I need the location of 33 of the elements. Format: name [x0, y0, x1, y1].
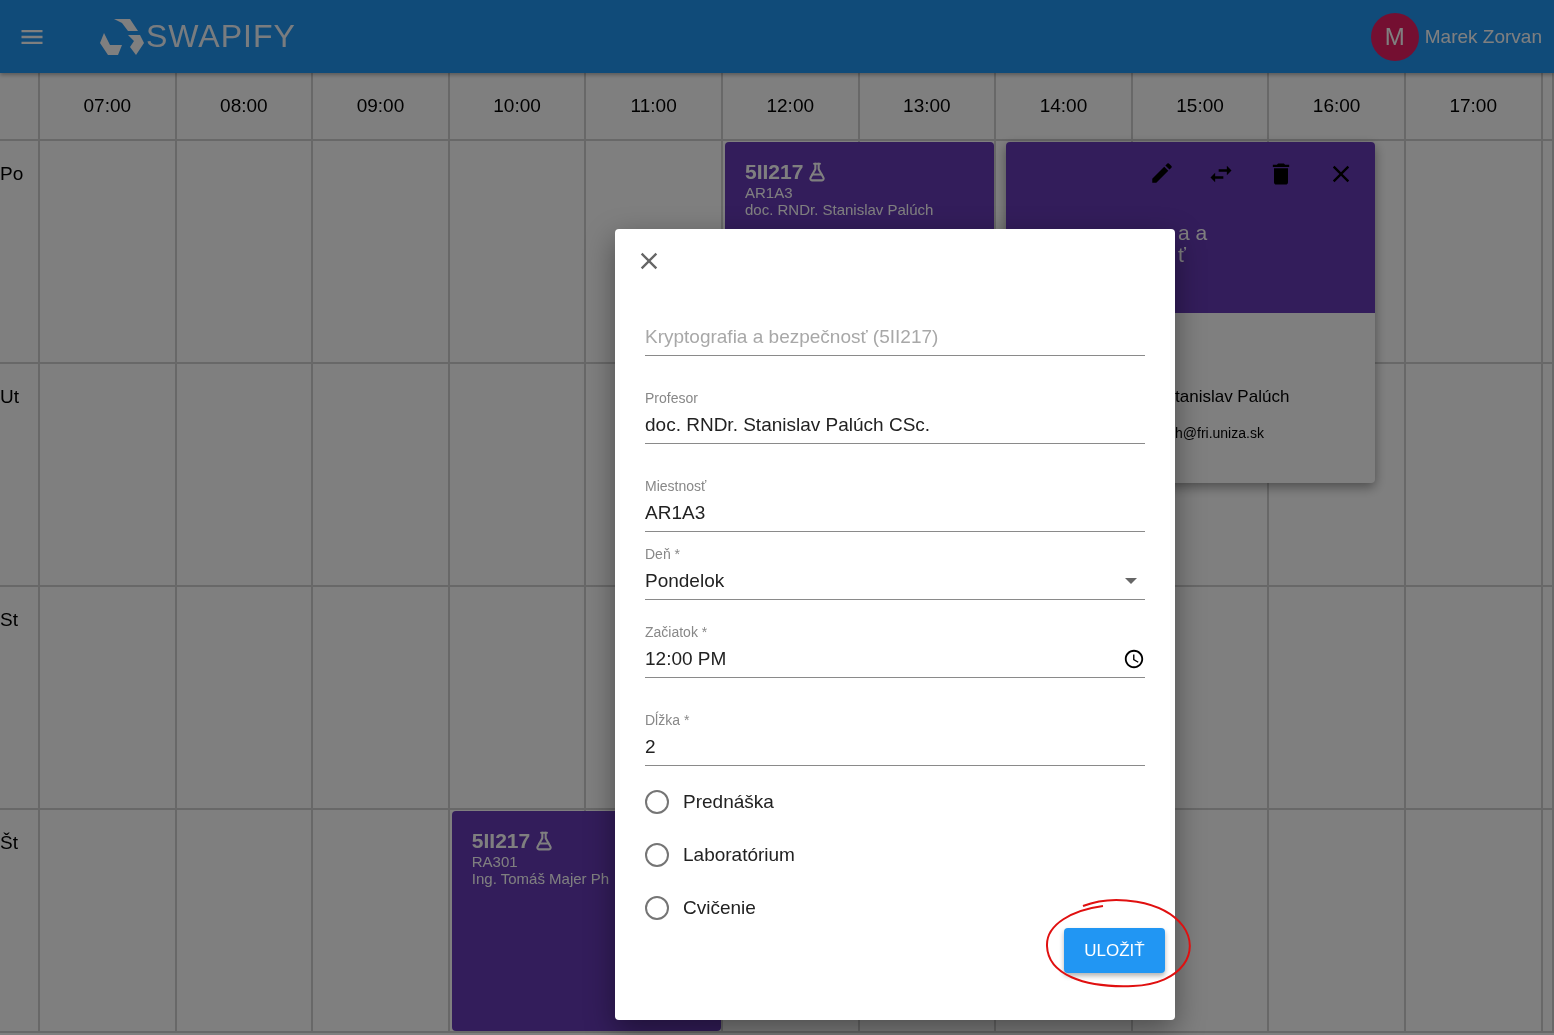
course-code: 5II217	[471, 829, 531, 853]
hour-label: 15:00	[1176, 95, 1224, 117]
hour-label: 10:00	[493, 95, 541, 117]
room-text: RA301	[471, 853, 518, 870]
day-label: St	[0, 609, 18, 630]
app-title: SWAPIFY	[146, 18, 296, 55]
input-field[interactable]: Miestnosť AR1A3	[645, 477, 1145, 532]
day-label: Po	[0, 163, 24, 184]
teacher-text: tanislav Palúch	[1175, 387, 1291, 407]
day-label: Ut	[0, 386, 19, 407]
input-field[interactable]: Dĺžka * 2	[645, 711, 1145, 766]
hour-label: 14:00	[1039, 95, 1088, 117]
hour-label: 17:00	[1449, 95, 1497, 117]
radio-option[interactable]: Prednáška	[645, 790, 1145, 814]
email-text: h@fri.uniza.sk	[1175, 425, 1265, 441]
room-text: AR1A3	[744, 184, 793, 201]
day-label: Št	[0, 832, 18, 853]
select-field[interactable]: Deň * Pondelok	[645, 545, 1145, 600]
user-name: Marek Zorvan	[1424, 25, 1542, 48]
hour-label: 16:00	[1312, 95, 1361, 117]
input-field[interactable]: Profesor doc. RNDr. Stanislav Palúch CSc.	[645, 389, 1145, 444]
hour-label: 12:00	[766, 95, 815, 117]
hour-label: 09:00	[356, 95, 405, 117]
teacher-text: Ing. Tomáš Majer Ph	[471, 870, 610, 887]
hour-label: 13:00	[903, 95, 951, 117]
hour-label: 07:00	[83, 95, 132, 117]
time-field[interactable]: Začiatok * 12:00 PM	[645, 623, 1145, 678]
card-title: a a	[1178, 222, 1209, 244]
card-title: ť	[1178, 244, 1187, 266]
course-code: 5II217	[744, 160, 804, 184]
teacher-text: doc. RNDr. Stanislav Palúch	[744, 201, 934, 218]
hour-label: 11:00	[630, 95, 677, 117]
hour-label: 08:00	[220, 95, 268, 117]
